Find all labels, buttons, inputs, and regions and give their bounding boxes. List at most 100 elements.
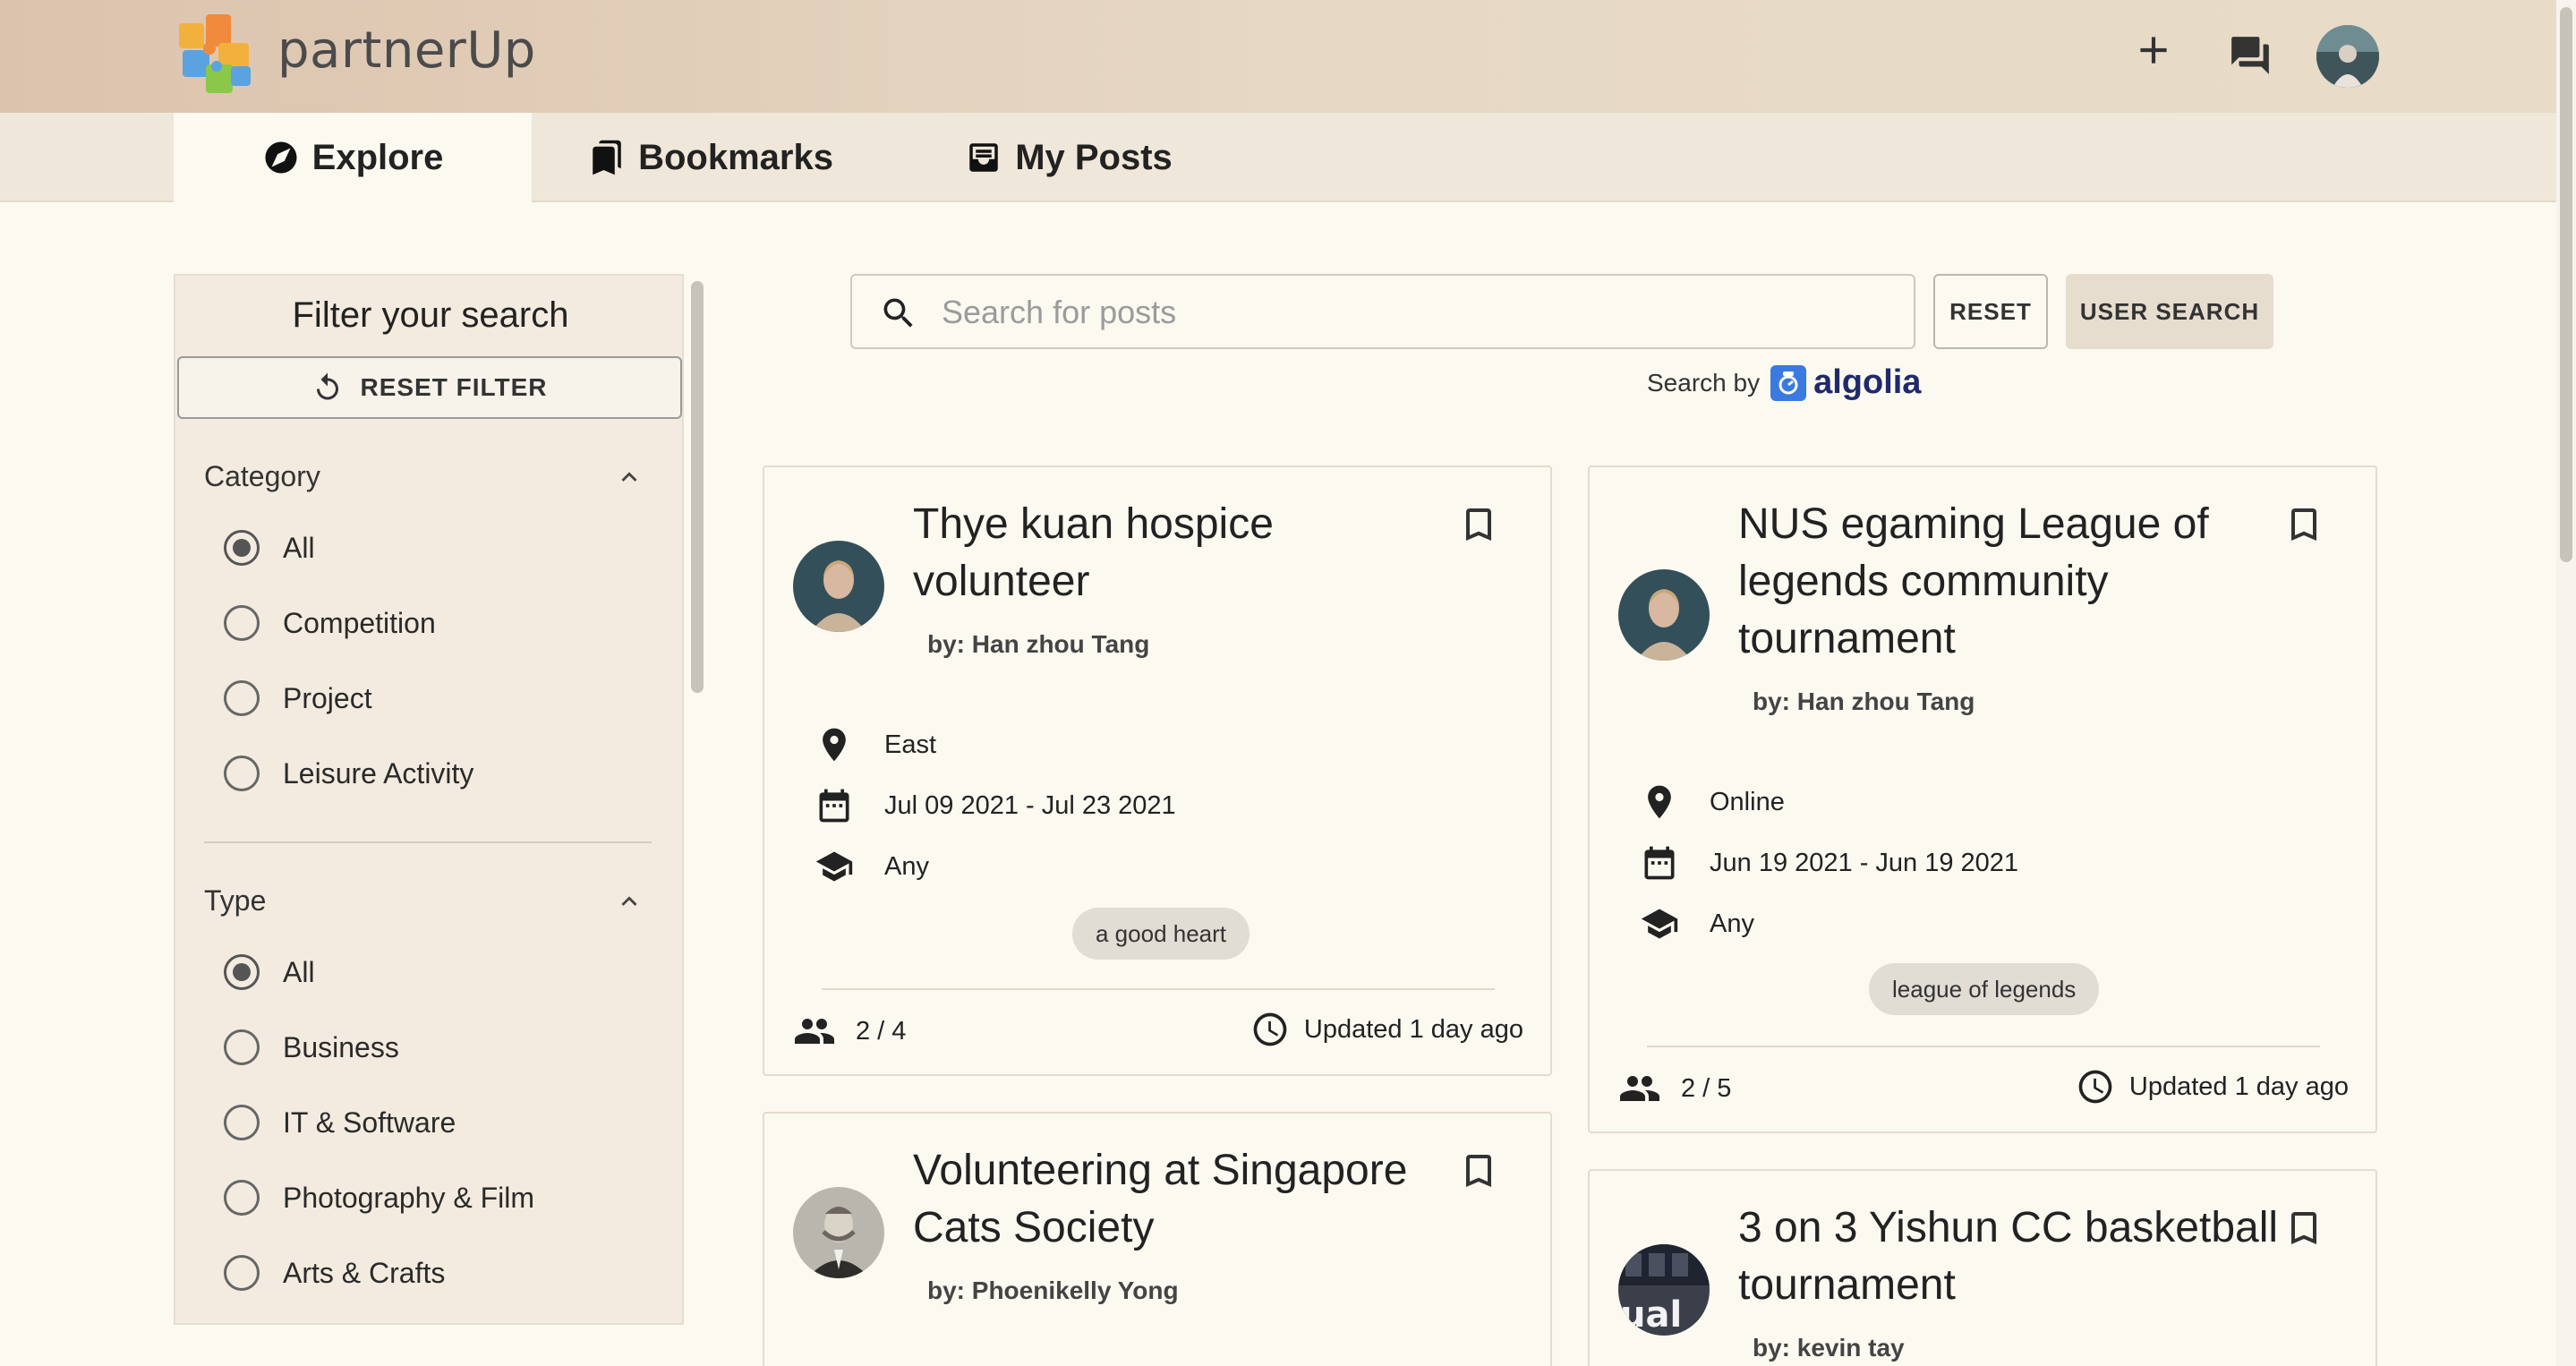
- post-author[interactable]: by: Phoenikelly Yong: [927, 1276, 1179, 1305]
- tab-bookmarks[interactable]: Bookmarks: [532, 113, 890, 202]
- graduation-cap-icon: [1641, 909, 1678, 939]
- post-author[interactable]: by: kevin tay: [1753, 1334, 1905, 1362]
- education-row: Any: [1640, 904, 1754, 943]
- graduation-cap-icon: [815, 851, 853, 882]
- page-scrollbar-thumb[interactable]: [2560, 7, 2572, 562]
- author-avatar[interactable]: [793, 541, 884, 632]
- avatar-photo-icon: [793, 1187, 884, 1278]
- reset-search-button[interactable]: RESET: [1933, 274, 2048, 349]
- members-count: 2 / 4: [793, 1010, 906, 1053]
- post-title[interactable]: Thye kuan hospice volunteer: [913, 496, 1459, 610]
- filter-title: Filter your search: [292, 295, 569, 335]
- chat-icon: [2231, 37, 2269, 74]
- bookmark-icon[interactable]: [2282, 503, 2325, 546]
- search-attribution[interactable]: Search by algolia: [1647, 363, 1921, 402]
- avatar-photo-icon: [1618, 569, 1710, 661]
- post-card[interactable]: Volunteering at Singapore Cats Society b…: [763, 1112, 1552, 1366]
- puzzle-logo-icon[interactable]: [174, 11, 263, 100]
- category-option-leisure-activity[interactable]: Leisure Activity: [224, 756, 473, 791]
- people-icon: [1620, 1076, 1659, 1101]
- filter-scrollbar-thumb[interactable]: [691, 281, 704, 693]
- bookmarks-icon: [593, 140, 621, 175]
- user-avatar[interactable]: [2316, 25, 2379, 88]
- type-heading: Type: [204, 884, 267, 917]
- tab-explore[interactable]: Explore: [174, 113, 532, 202]
- chat-button[interactable]: [2225, 30, 2275, 81]
- search-icon: [883, 298, 913, 328]
- algolia-icon: [1770, 364, 1807, 401]
- radio-button-checked[interactable]: [224, 530, 260, 566]
- user-search-button[interactable]: USER SEARCH: [2066, 274, 2273, 349]
- location-row: East: [815, 725, 936, 764]
- members-text: 2 / 4: [856, 1016, 907, 1046]
- plus-icon: [2140, 37, 2167, 64]
- post-author[interactable]: by: Han zhou Tang: [1753, 687, 1975, 716]
- type-option-it-software[interactable]: IT & Software: [224, 1105, 456, 1140]
- type-option-arts-crafts[interactable]: Arts & Crafts: [224, 1255, 445, 1291]
- category-option-competition[interactable]: Competition: [224, 605, 436, 641]
- location-pin-icon: [823, 728, 846, 762]
- search-input[interactable]: [942, 288, 1890, 337]
- radio-button[interactable]: [224, 1180, 260, 1216]
- radio-button[interactable]: [224, 1105, 260, 1140]
- category-option-project[interactable]: Project: [224, 680, 372, 716]
- radio-button[interactable]: [224, 605, 260, 641]
- option-label: Arts & Crafts: [283, 1256, 446, 1289]
- date-range-text: Jul 09 2021 - Jul 23 2021: [884, 790, 1176, 820]
- type-option-photography-film[interactable]: Photography & Film: [224, 1180, 534, 1216]
- tag-chip[interactable]: league of legends: [1869, 963, 2100, 1015]
- algolia-logo: algolia: [1770, 363, 1921, 402]
- radio-button[interactable]: [224, 680, 260, 716]
- add-post-button[interactable]: [2128, 25, 2179, 75]
- tab-label: Bookmarks: [638, 137, 833, 177]
- filter-panel: Filter your search RESET FILTER Category…: [174, 274, 684, 1325]
- location-text: Online: [1710, 787, 1785, 816]
- tab-label: My Posts: [1015, 137, 1173, 177]
- author-avatar[interactable]: [1618, 569, 1710, 661]
- members-text: 2 / 5: [1681, 1073, 1732, 1103]
- education-text: Any: [1710, 909, 1754, 938]
- avatar-photo-icon: [793, 541, 884, 632]
- option-label: All: [283, 531, 315, 564]
- avatar-photo-icon: ual: [1618, 1244, 1710, 1336]
- author-avatar[interactable]: [793, 1187, 884, 1278]
- radio-button[interactable]: [224, 1029, 260, 1065]
- option-label: Business: [283, 1030, 399, 1063]
- post-title[interactable]: Volunteering at Singapore Cats Society: [913, 1142, 1459, 1257]
- search-by-label: Search by: [1647, 368, 1761, 397]
- post-card[interactable]: NUS egaming League of legends community …: [1588, 465, 2377, 1133]
- app-header: partnerUp: [0, 0, 2576, 113]
- post-card[interactable]: ual 3 on 3 Yishun CC basketball tourname…: [1588, 1169, 2377, 1366]
- chevron-up-icon[interactable]: [614, 462, 644, 492]
- reset-filter-button[interactable]: RESET FILTER: [177, 356, 682, 419]
- bookmark-icon[interactable]: [2282, 1207, 2325, 1250]
- brand-name: partnerUp: [277, 21, 536, 80]
- option-label: Leisure Activity: [283, 756, 474, 790]
- bookmark-icon[interactable]: [1457, 503, 1500, 546]
- avatar-photo-icon: [2316, 25, 2379, 88]
- type-option-business[interactable]: Business: [224, 1029, 399, 1065]
- radio-button-checked[interactable]: [224, 954, 260, 990]
- post-card[interactable]: Thye kuan hospice volunteer by: Han zhou…: [763, 465, 1552, 1076]
- type-option-all[interactable]: All: [224, 954, 315, 990]
- post-title[interactable]: NUS egaming League of legends community …: [1738, 496, 2284, 668]
- option-label: Project: [283, 681, 372, 714]
- author-avatar[interactable]: ual: [1618, 1244, 1710, 1336]
- bookmark-icon[interactable]: [1457, 1149, 1500, 1192]
- card-divider: [822, 988, 1495, 990]
- card-divider: [1647, 1046, 2320, 1047]
- radio-button[interactable]: [224, 756, 260, 791]
- location-row: Online: [1640, 782, 1785, 822]
- post-title[interactable]: 3 on 3 Yishun CC basketball tournament: [1738, 1200, 2284, 1314]
- post-author[interactable]: by: Han zhou Tang: [927, 630, 1149, 659]
- radio-button[interactable]: [224, 1255, 260, 1291]
- category-option-all[interactable]: All: [224, 530, 315, 566]
- members-count: 2 / 5: [1618, 1067, 1731, 1110]
- tab-label: Explore: [311, 137, 444, 177]
- chevron-up-icon[interactable]: [614, 886, 644, 917]
- search-field[interactable]: [850, 274, 1915, 349]
- category-heading: Category: [204, 460, 320, 492]
- tag-chip[interactable]: a good heart: [1072, 908, 1250, 960]
- tab-my-posts[interactable]: My Posts: [890, 113, 1248, 202]
- compass-icon: [265, 141, 297, 174]
